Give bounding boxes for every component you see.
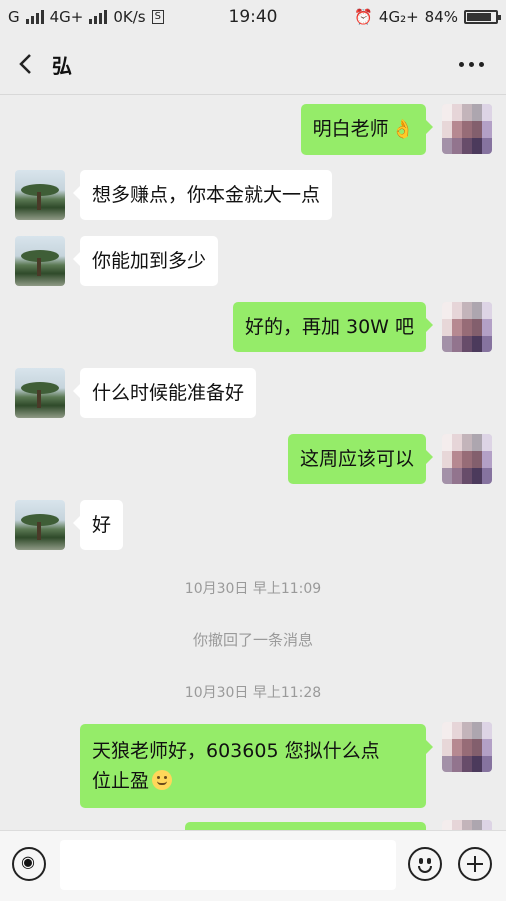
message-input[interactable] [60,840,396,890]
voice-input-icon[interactable] [12,847,46,881]
my-avatar[interactable] [442,302,492,352]
message-bubble-incoming[interactable]: 好 [72,500,124,550]
chat-header: 弘 [0,34,506,95]
more-options-icon[interactable] [459,62,484,67]
more-actions-icon[interactable] [458,847,492,881]
system-message-recalled: 你撤回了一条消息 [192,631,313,649]
timestamp: 10月30日 早上11:28 [184,685,322,701]
status-bar: G 4G+ 0K/s S 19:40 ⏰ 4G₂+ 84% [0,0,506,34]
back-arrow-icon[interactable] [14,52,38,76]
my-avatar[interactable] [442,722,492,772]
message-bubble-outgoing[interactable]: 天狼老师好，603605 您拟什么点 位止盈 [80,724,433,808]
timestamp: 10月30日 早上11:09 [184,581,322,597]
message-bubble-outgoing[interactable]: 明白老师 👌 [300,104,434,155]
alarm-icon: ⏰ [354,8,373,26]
contact-avatar[interactable] [15,170,65,220]
my-avatar[interactable] [442,434,492,484]
message-bubble-incoming[interactable]: 想多赚点，你本金就大一点 [72,170,333,220]
battery-percent: 84% [424,8,458,26]
message-bubble-outgoing[interactable]: 这周应该可以 [287,434,434,484]
contact-avatar[interactable] [15,236,65,286]
message-bubble-outgoing[interactable]: 好的，再加 30W 吧 [232,302,434,352]
contact-avatar[interactable] [15,368,65,418]
emoji-icon[interactable] [408,847,442,881]
message-bubble-incoming[interactable]: 你能加到多少 [72,236,219,286]
smiley-icon [152,770,173,790]
input-bar [0,830,506,901]
network-4g-label: 4G₂+ [378,8,419,26]
battery-icon [464,10,501,24]
message-bubble-incoming[interactable]: 什么时候能准备好 [72,368,257,418]
contact-avatar[interactable] [15,500,65,550]
chat-title: 弘 [52,54,72,78]
my-avatar[interactable] [442,104,492,154]
clap-icon: 👌 [391,119,414,140]
